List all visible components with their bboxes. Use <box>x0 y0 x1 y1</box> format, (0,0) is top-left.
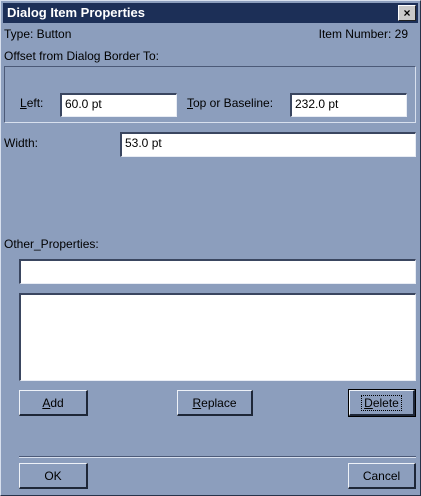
footer-separator <box>19 456 416 458</box>
top-offset-label: Top or Baseline: <box>187 96 273 110</box>
dialog-window: Dialog Item Properties × Type: Button It… <box>0 0 421 496</box>
offset-heading: Offset from Dialog Border To: <box>4 49 159 63</box>
other-properties-list[interactable] <box>19 293 416 381</box>
add-label-text: dd <box>50 395 64 410</box>
width-label: Width: <box>4 136 39 150</box>
replace-label-text: eplace <box>201 395 237 410</box>
close-icon: × <box>403 6 411 20</box>
replace-button[interactable]: Replace <box>177 390 253 416</box>
width-input[interactable]: 53.0 pt <box>120 132 416 157</box>
replace-button-label: Replace <box>192 396 236 410</box>
title-bar[interactable]: Dialog Item Properties × <box>3 3 418 23</box>
close-button[interactable]: × <box>398 5 416 21</box>
cancel-button[interactable]: Cancel <box>348 463 416 489</box>
other-properties-input[interactable] <box>19 259 416 284</box>
delete-label-text: elete <box>372 395 399 410</box>
dialog-title: Dialog Item Properties <box>7 5 145 20</box>
item-type-label: Type: Button <box>4 27 72 41</box>
left-offset-label: Left: <box>20 96 43 110</box>
top-label-text: op or Baseline: <box>193 96 274 110</box>
delete-mnemonic: D <box>364 395 373 410</box>
delete-button[interactable]: Delete <box>348 389 416 417</box>
left-label-text: eft: <box>26 96 44 110</box>
replace-mnemonic: R <box>192 395 202 410</box>
add-button-label: Add <box>42 396 63 410</box>
top-offset-input[interactable]: 232.0 pt <box>290 93 407 117</box>
other-properties-label: Other_Properties: <box>4 237 99 251</box>
delete-button-label: Delete <box>361 394 402 411</box>
add-button[interactable]: Add <box>19 390 88 416</box>
left-offset-input[interactable]: 60.0 pt <box>60 93 177 117</box>
left-mnemonic: L <box>20 96 27 110</box>
ok-button[interactable]: OK <box>19 463 88 489</box>
item-number-label: Item Number: 29 <box>318 27 408 41</box>
